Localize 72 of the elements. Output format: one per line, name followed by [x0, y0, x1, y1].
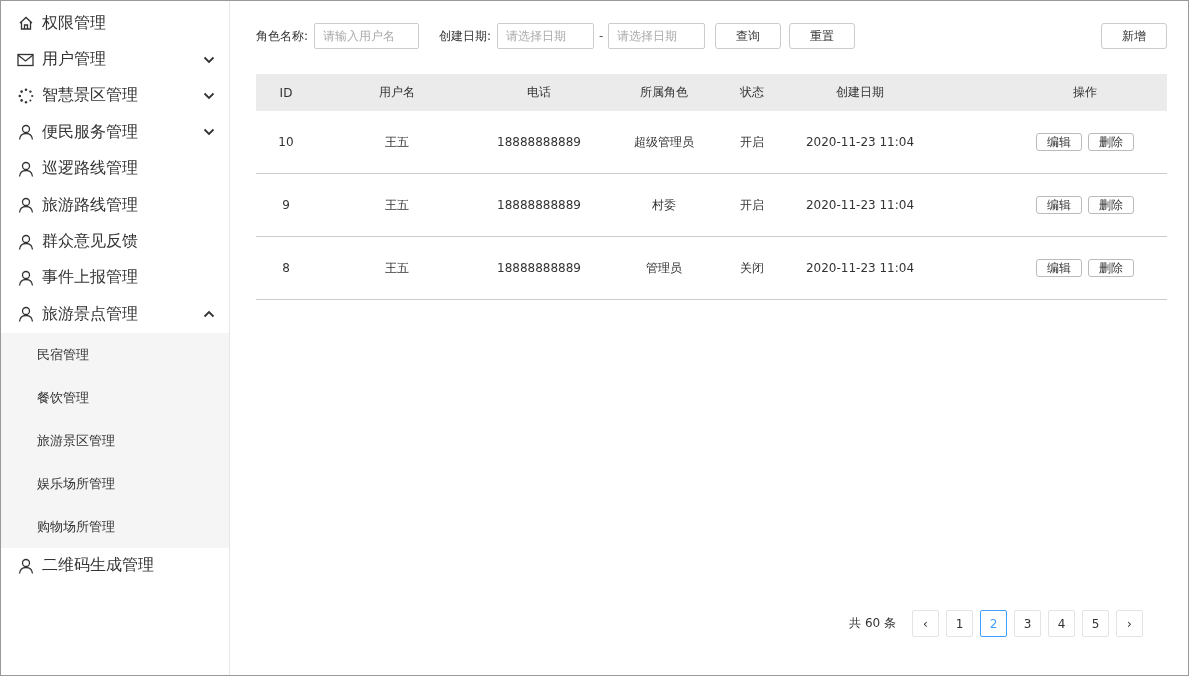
column-header: ID — [279, 85, 293, 100]
table-cell: 9 — [282, 198, 290, 212]
table-cell: 关闭 — [739, 259, 764, 277]
sidebar-item[interactable]: 群众意见反馈 — [1, 223, 229, 260]
table-cell: 村委 — [652, 196, 676, 214]
created-date-label: 创建日期: — [439, 27, 492, 45]
user-icon — [17, 306, 34, 323]
page-button[interactable]: 4 — [1048, 610, 1075, 637]
table-cell: 2020-11-23 11:04 — [805, 135, 915, 149]
filter-button[interactable]: 查询 — [715, 23, 782, 49]
sidebar-item[interactable]: 便民服务管理 — [1, 114, 229, 151]
row-action-button[interactable]: 删除 — [1088, 133, 1134, 151]
table-cell: 10 — [278, 135, 294, 149]
sidebar-item[interactable]: 智慧景区管理 — [1, 77, 229, 115]
submenu-item[interactable]: 餐饮管理 — [1, 375, 229, 419]
role-name-field[interactable]: 请输入用户名 — [314, 23, 420, 49]
filter-button[interactable]: 重置 — [789, 23, 856, 49]
row-action-button[interactable]: 编辑 — [1036, 196, 1082, 214]
user-icon — [17, 557, 34, 574]
sidebar-item[interactable]: 二维码生成管理 — [1, 547, 229, 584]
row-action-button[interactable]: 删除 — [1088, 259, 1134, 277]
user-icon — [17, 197, 34, 214]
sidebar-item[interactable]: 旅游路线管理 — [1, 186, 229, 224]
sidebar-item[interactable]: 巡逻路线管理 — [1, 150, 229, 187]
row-action-button[interactable]: 删除 — [1088, 196, 1134, 214]
column-header: 操作 — [1073, 84, 1097, 101]
table-cell: 王五 — [385, 259, 409, 277]
page-button[interactable]: 1 — [946, 610, 973, 637]
user-icon — [17, 269, 34, 286]
table-cell: 2020-11-23 11:04 — [805, 261, 915, 275]
user-icon — [17, 233, 34, 250]
page-button[interactable]: 5 — [1082, 610, 1109, 637]
table-cell: 18888888889 — [497, 135, 581, 149]
table-cell: 管理员 — [646, 259, 682, 277]
user-icon — [17, 160, 34, 177]
table-cell: 2020-11-23 11:04 — [805, 198, 915, 212]
role-name-label: 角色名称: — [256, 27, 309, 45]
table-cell: 8 — [282, 261, 290, 275]
add-button[interactable]: 新增 — [1101, 23, 1167, 49]
column-header: 用户名 — [379, 84, 415, 101]
sidebar-item[interactable]: 旅游景点管理 — [1, 296, 229, 333]
sidebar-item[interactable]: 权限管理 — [1, 5, 229, 42]
loading-dots-icon — [17, 87, 34, 104]
row-action-button[interactable]: 编辑 — [1036, 259, 1082, 277]
previous-page-button[interactable]: ‹ — [912, 610, 939, 637]
row-action-button[interactable]: 编辑 — [1036, 133, 1082, 151]
table-cell: 王五 — [385, 133, 409, 151]
table-cell: 开启 — [739, 196, 764, 214]
table-cell: 开启 — [739, 133, 764, 151]
total-count: 共 60 条 — [849, 615, 896, 632]
next-page-button[interactable]: › — [1116, 610, 1143, 637]
table-cell: 王五 — [385, 196, 409, 214]
column-header: 创建日期 — [836, 84, 884, 101]
date-separator: - — [599, 29, 604, 43]
sidebar-item[interactable]: 用户管理 — [1, 41, 229, 78]
submenu-item[interactable]: 娱乐场所管理 — [1, 461, 229, 505]
page-button[interactable]: 3 — [1014, 610, 1041, 637]
user-icon — [17, 124, 34, 141]
submenu-item[interactable]: 民宿管理 — [1, 332, 229, 376]
submenu-item[interactable]: 购物场所管理 — [1, 504, 229, 548]
table-cell: 超级管理员 — [634, 133, 694, 151]
start-date-field[interactable]: 请选择日期 — [497, 23, 595, 49]
table-cell: 18888888889 — [497, 261, 581, 275]
mail-icon — [17, 52, 34, 67]
column-header: 状态 — [739, 84, 764, 101]
end-date-field[interactable]: 请选择日期 — [608, 23, 706, 49]
sidebar-item[interactable]: 事件上报管理 — [1, 259, 229, 297]
table-cell: 18888888889 — [497, 198, 581, 212]
column-header: 电话 — [527, 84, 551, 101]
submenu-item[interactable]: 旅游景区管理 — [1, 418, 229, 462]
home-icon — [17, 15, 34, 32]
column-header: 所属角色 — [640, 84, 688, 101]
